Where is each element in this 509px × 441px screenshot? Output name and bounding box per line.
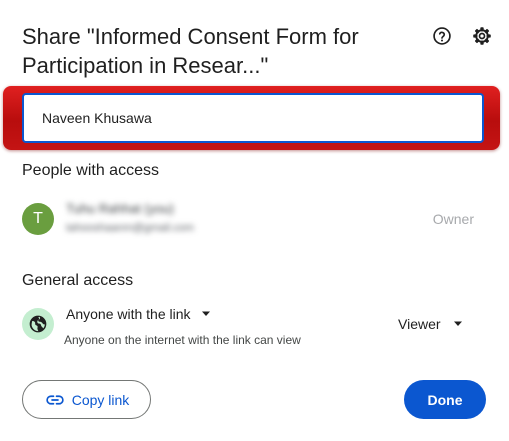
- caret-down-icon: [453, 321, 462, 326]
- link-access-label: Anyone with the link: [66, 306, 191, 322]
- copy-link-button[interactable]: Copy link: [22, 380, 151, 419]
- owner-role-label: Owner: [432, 211, 474, 227]
- share-dialog: Share "Informed Consent Form for Partici…: [0, 0, 509, 441]
- person-name: Tuhu Rahhat (you): [66, 201, 174, 216]
- add-people-field[interactable]: [22, 93, 484, 143]
- people-with-access-heading: People with access: [22, 162, 159, 179]
- general-access-heading: General access: [22, 272, 134, 289]
- viewer-role-label: Viewer: [398, 316, 441, 332]
- link-access-dropdown[interactable]: Anyone with the link: [66, 306, 211, 322]
- viewer-role-dropdown[interactable]: Viewer: [398, 316, 463, 332]
- person-email: tahooshaanm@gmail.com: [66, 222, 194, 234]
- dialog-title: Share "Informed Consent Form for Partici…: [22, 24, 359, 78]
- link-icon: [46, 394, 64, 405]
- avatar: T: [22, 203, 54, 235]
- gear-icon: [473, 27, 491, 45]
- done-button[interactable]: Done: [404, 380, 486, 419]
- general-access-icon-badge: [22, 308, 54, 340]
- help-button[interactable]: [430, 24, 454, 48]
- copy-link-label: Copy link: [71, 391, 130, 408]
- settings-button[interactable]: [470, 24, 494, 48]
- help-circle-icon: [433, 27, 451, 45]
- add-people-input[interactable]: [24, 95, 482, 141]
- link-access-description: Anyone on the internet with the link can…: [64, 333, 301, 347]
- globe-icon: [29, 315, 47, 333]
- caret-down-icon: [201, 311, 210, 316]
